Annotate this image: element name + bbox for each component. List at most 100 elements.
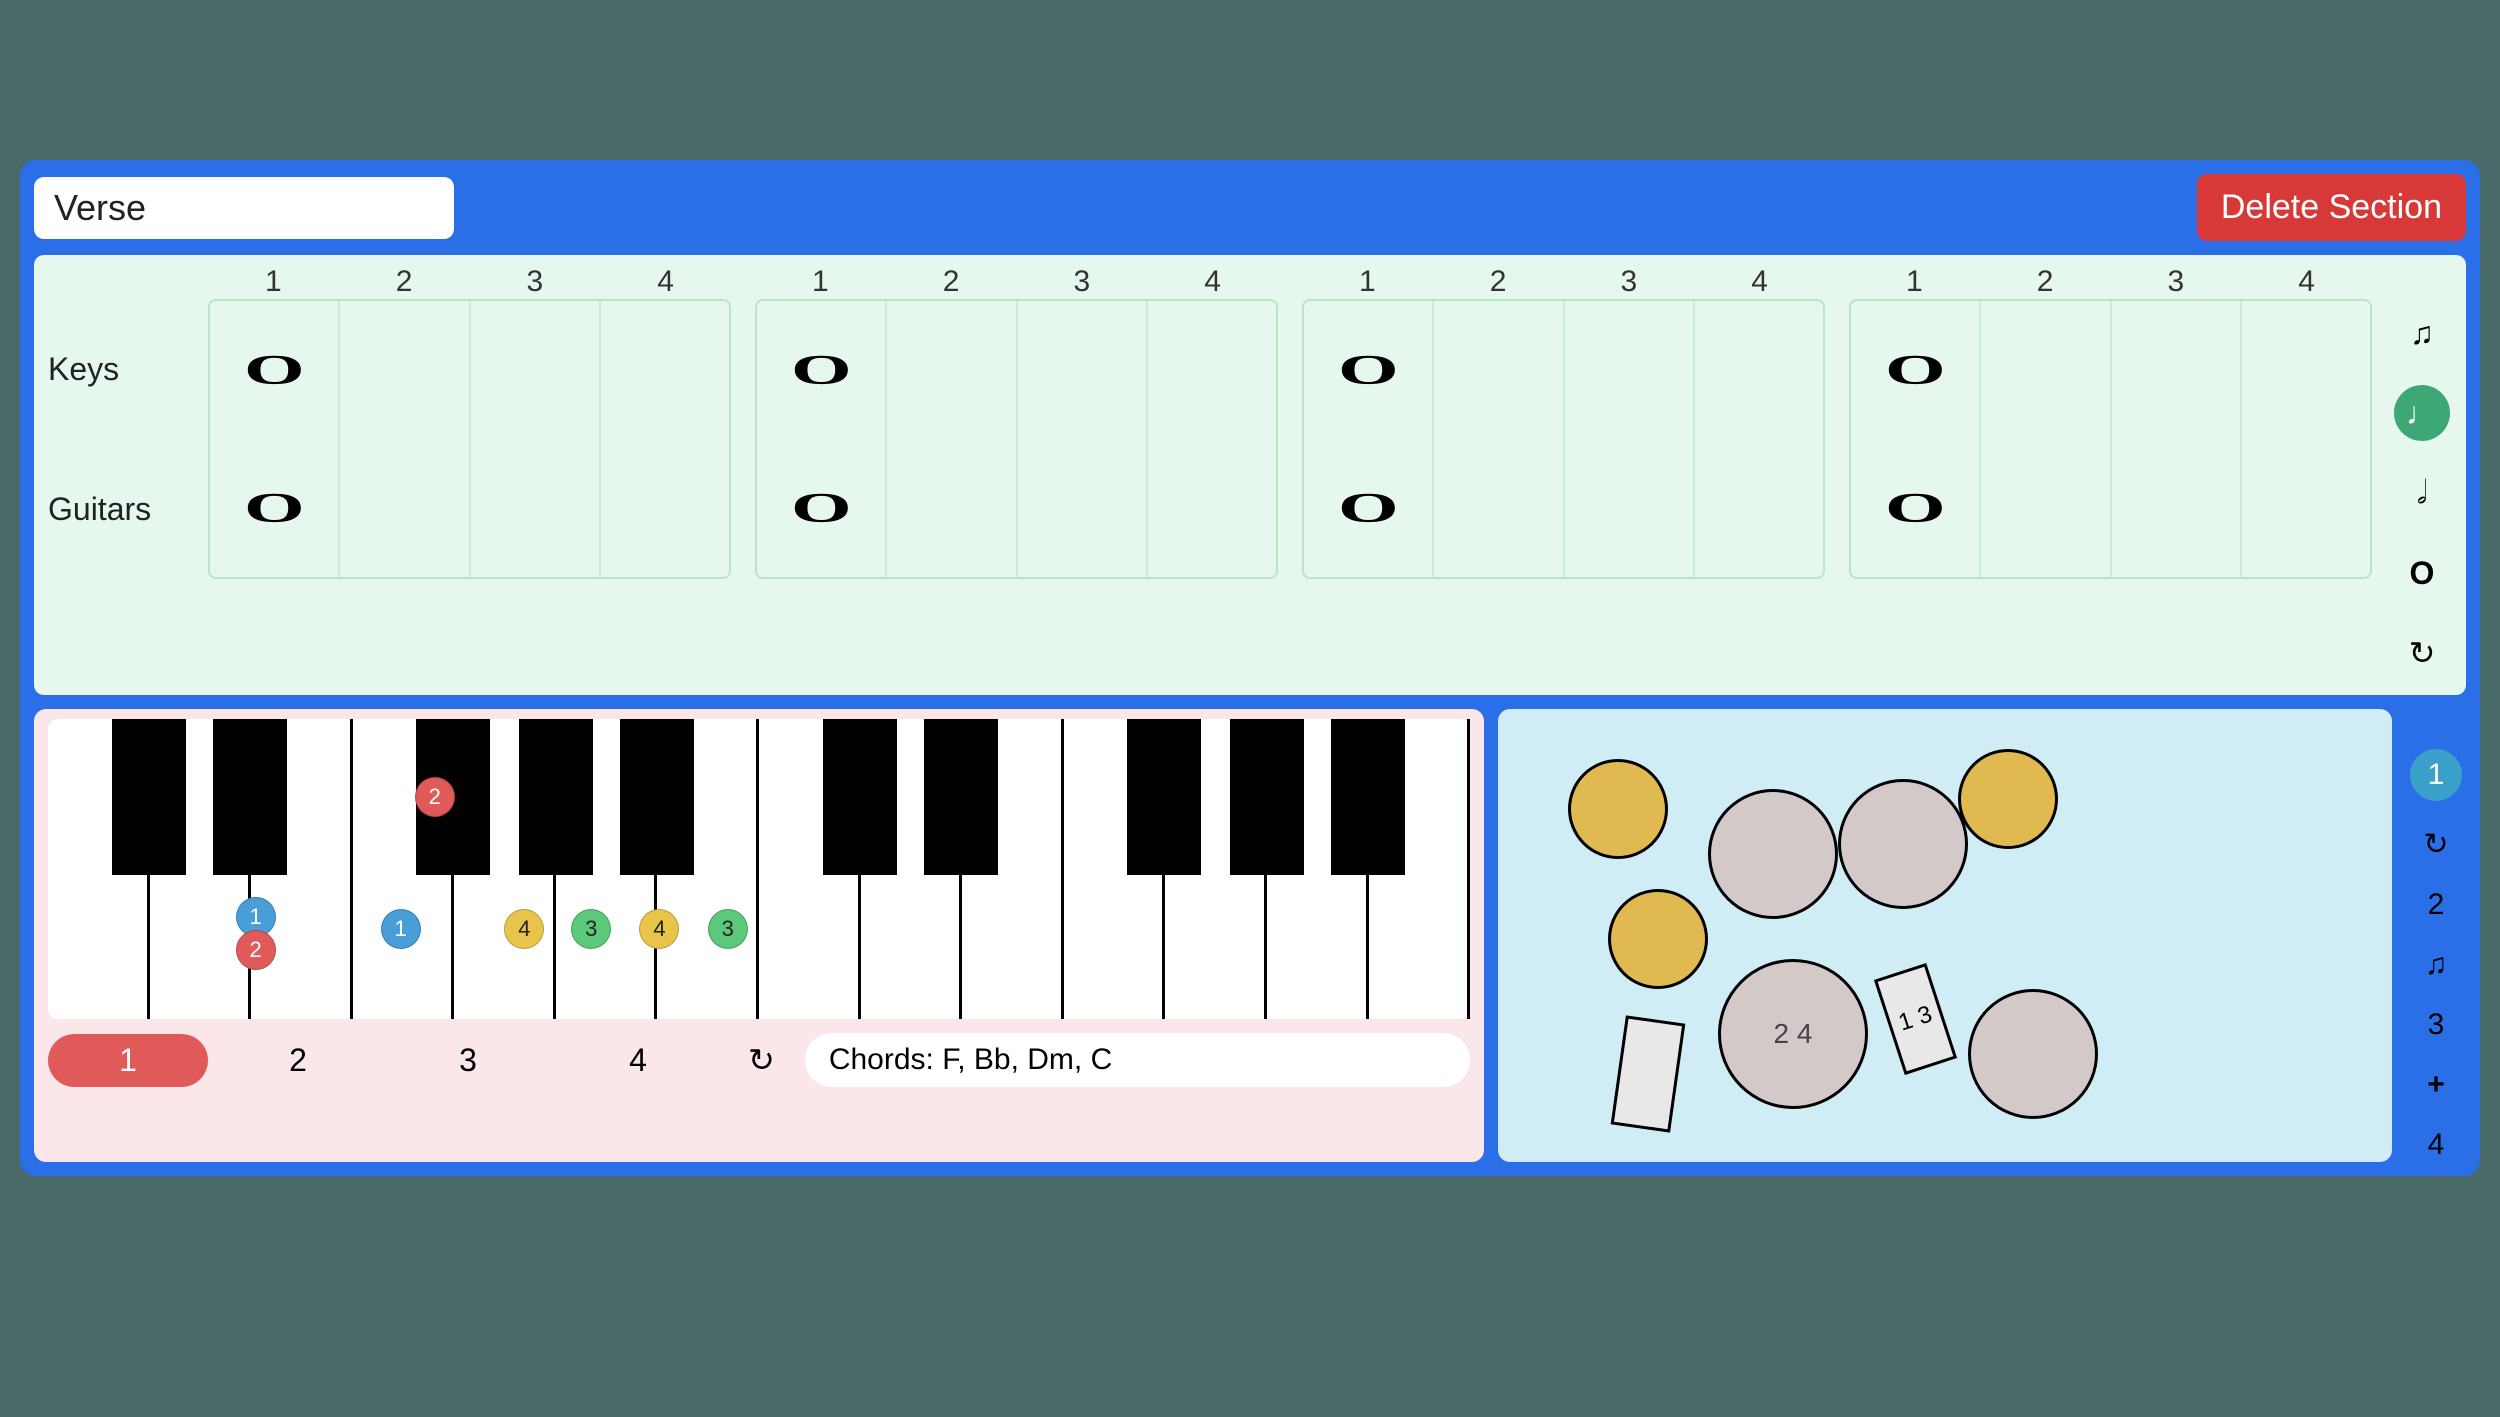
measure[interactable]: O: [1302, 439, 1825, 579]
beat-cell[interactable]: [1434, 301, 1564, 439]
black-key[interactable]: [1127, 719, 1201, 875]
chord-slot-1[interactable]: 1: [48, 1034, 208, 1087]
beat-label: 2: [1980, 265, 2111, 299]
refresh-drums-button[interactable]: ↻: [2423, 827, 2448, 862]
black-key[interactable]: [519, 719, 593, 875]
whole-note-icon: O: [1885, 484, 1946, 532]
measure[interactable]: O: [755, 439, 1278, 579]
beat-cell[interactable]: [1695, 439, 1823, 577]
drum-slot-1[interactable]: 1: [2410, 749, 2462, 801]
chords-display: Chords: F, Bb, Dm, C: [805, 1033, 1470, 1087]
black-key[interactable]: [1331, 719, 1405, 875]
black-key[interactable]: [823, 719, 897, 875]
beat-label: 1: [1849, 265, 1980, 299]
chord-marker[interactable]: 4: [504, 909, 544, 949]
drum-pedal-right[interactable]: 1 3: [1874, 963, 1957, 1075]
add-button[interactable]: +: [2427, 1068, 2445, 1102]
chord-marker[interactable]: 1: [381, 909, 421, 949]
measure[interactable]: O: [208, 439, 731, 579]
beat-cell[interactable]: [601, 301, 729, 439]
eighth-note-icon[interactable]: ♫: [2425, 948, 2448, 982]
beat-cell[interactable]: [2112, 301, 2242, 439]
beat-cell[interactable]: [340, 301, 470, 439]
beat-cell[interactable]: O: [757, 301, 887, 439]
chord-marker[interactable]: 3: [708, 909, 748, 949]
beat-cell[interactable]: [1148, 301, 1276, 439]
measure[interactable]: O: [1849, 439, 2372, 579]
beat-label: 3: [470, 265, 601, 299]
black-key[interactable]: [213, 719, 287, 875]
beat-label: 1: [1302, 265, 1433, 299]
eighth-note-button[interactable]: ♫: [2394, 305, 2450, 361]
beat-cell[interactable]: [1018, 301, 1148, 439]
beat-cell[interactable]: [1981, 301, 2111, 439]
chord-slot-4[interactable]: 4: [558, 1034, 718, 1087]
beat-cell[interactable]: [1148, 439, 1276, 577]
refresh-grid-button[interactable]: ↻: [2394, 625, 2450, 681]
rhythm-grid-panel: 1 2 3 4 1 2 3 4 1 2 3 4 1: [34, 255, 2466, 695]
chord-marker[interactable]: 2: [236, 930, 276, 970]
chord-marker[interactable]: 2: [415, 777, 455, 817]
drum-tom-2[interactable]: [1838, 779, 1968, 909]
beat-cell[interactable]: O: [1851, 439, 1981, 577]
section-name-input[interactable]: [34, 177, 454, 239]
drum-floor-tom[interactable]: [1968, 989, 2098, 1119]
black-key[interactable]: [924, 719, 998, 875]
drum-crash-left[interactable]: [1608, 889, 1708, 989]
drum-crash-right[interactable]: [1958, 749, 2058, 849]
beat-cell[interactable]: O: [1304, 439, 1434, 577]
half-note-button[interactable]: 𝅗𝅥: [2394, 465, 2450, 521]
measure[interactable]: O: [208, 299, 731, 439]
beat-cell[interactable]: [2242, 301, 2370, 439]
chord-slot-2[interactable]: 2: [218, 1034, 378, 1087]
beat-cell[interactable]: [1565, 301, 1695, 439]
delete-section-button[interactable]: Delete Section: [2197, 174, 2466, 241]
black-key[interactable]: [112, 719, 186, 875]
black-key[interactable]: [620, 719, 694, 875]
track-row-guitars: Guitars O O O: [48, 439, 2372, 579]
chords-label: Chords:: [829, 1043, 942, 1076]
beat-cell[interactable]: O: [210, 439, 340, 577]
quarter-note-button[interactable]: ♩: [2394, 385, 2450, 441]
beat-cell[interactable]: [1434, 439, 1564, 577]
measure[interactable]: O: [1302, 299, 1825, 439]
beat-cell[interactable]: O: [1304, 301, 1434, 439]
beat-cell[interactable]: [887, 301, 1017, 439]
beat-cell[interactable]: [1695, 301, 1823, 439]
chord-marker[interactable]: 4: [639, 909, 679, 949]
beat-cell[interactable]: [471, 439, 601, 577]
beat-cell[interactable]: [887, 439, 1017, 577]
beat-cell[interactable]: [340, 439, 470, 577]
beat-label: 1: [755, 265, 886, 299]
beat-cell[interactable]: [471, 301, 601, 439]
beat-label: 4: [1147, 265, 1278, 299]
beat-cell[interactable]: [1981, 439, 2111, 577]
drum-slot-2[interactable]: 2: [2428, 888, 2445, 922]
drum-pedal-left[interactable]: [1611, 1015, 1686, 1132]
beat-cell[interactable]: O: [210, 301, 340, 439]
piano-keyboard[interactable]: 12124343: [48, 719, 1470, 1019]
beat-cell[interactable]: O: [1851, 301, 1981, 439]
beat-cell[interactable]: [601, 439, 729, 577]
beat-cell[interactable]: [2242, 439, 2370, 577]
refresh-chords-button[interactable]: ↻: [728, 1041, 795, 1079]
drum-snare[interactable]: 2 4: [1718, 959, 1868, 1109]
beat-cell[interactable]: [2112, 439, 2242, 577]
whole-note-icon: O: [1338, 484, 1399, 532]
drum-slot-4[interactable]: 4: [2428, 1128, 2445, 1162]
chord-marker[interactable]: 3: [571, 909, 611, 949]
black-key[interactable]: [1230, 719, 1304, 875]
whole-note-icon: O: [791, 484, 852, 532]
beat-cell[interactable]: [1018, 439, 1148, 577]
measure[interactable]: O: [755, 299, 1278, 439]
drum-slot-3[interactable]: 3: [2428, 1008, 2445, 1042]
drum-hihat[interactable]: [1568, 759, 1668, 859]
beat-cell[interactable]: [1565, 439, 1695, 577]
measure[interactable]: O: [1849, 299, 2372, 439]
section-header: Delete Section: [34, 174, 2466, 241]
chord-slot-3[interactable]: 3: [388, 1034, 548, 1087]
drum-tom-1[interactable]: [1708, 789, 1838, 919]
whole-note-button[interactable]: O: [2394, 545, 2450, 601]
beat-label: 4: [600, 265, 731, 299]
beat-cell[interactable]: O: [757, 439, 887, 577]
